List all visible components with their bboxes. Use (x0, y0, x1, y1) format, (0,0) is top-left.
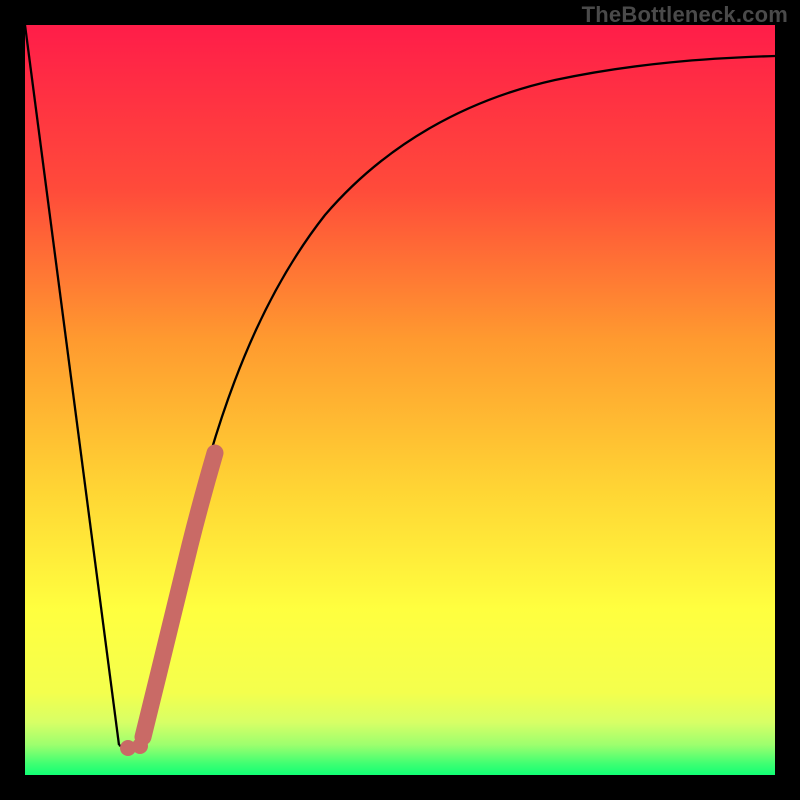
watermark-text: TheBottleneck.com (582, 2, 788, 28)
chart-frame: TheBottleneck.com (0, 0, 800, 800)
plot-svg (25, 25, 775, 775)
gradient-background (25, 25, 775, 775)
plot-area (25, 25, 775, 775)
valley-dot-2 (132, 738, 148, 754)
